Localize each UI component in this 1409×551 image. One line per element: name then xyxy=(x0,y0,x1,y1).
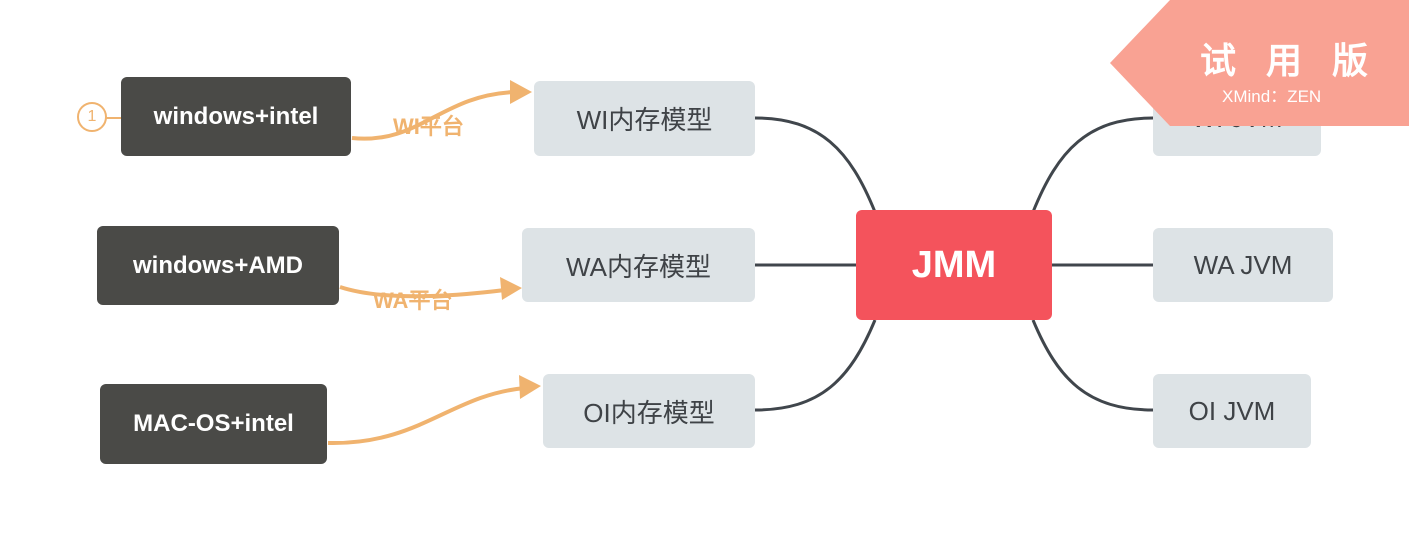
relation-label-wa[interactable]: WA平台 xyxy=(373,283,452,315)
priority-marker-icon[interactable]: 1 xyxy=(77,102,107,132)
central-topic-jmm[interactable]: JMM xyxy=(856,210,1052,320)
marker-label: 1 xyxy=(87,108,97,125)
jvm-label: WA JVM xyxy=(1193,249,1293,280)
marker-connector xyxy=(106,117,122,119)
relation-arrowhead-wa xyxy=(500,277,522,300)
trial-banner-subtitle: XMind：ZEN xyxy=(1222,87,1322,106)
platform-node-windows-amd[interactable]: windows+AMD xyxy=(97,226,339,305)
relation-arrowhead-wi xyxy=(510,80,532,104)
memory-model-node-oi[interactable]: OI内存模型 xyxy=(543,374,755,448)
relation-arrowhead-oi xyxy=(519,375,541,399)
platform-label: MAC-OS+intel xyxy=(133,410,294,437)
jvm-node-wa[interactable]: WA JVM xyxy=(1153,228,1333,302)
jvm-label: OI JVM xyxy=(1188,395,1276,426)
memory-model-label: WA内存模型 xyxy=(566,251,711,282)
connector-jmm-oi-jvm xyxy=(1031,319,1154,412)
platform-label: windows+AMD xyxy=(132,251,303,279)
platform-label: windows+intel xyxy=(153,102,319,130)
relation-label-wi[interactable]: WI平台 xyxy=(393,109,464,141)
relation-arrow-oi xyxy=(327,386,526,446)
memory-model-node-wi[interactable]: WI内存模型 xyxy=(534,81,755,156)
connector-jmm-wi-jvm xyxy=(1031,116,1154,213)
jvm-node-oi[interactable]: OI JVM xyxy=(1153,374,1311,448)
trial-banner-title: 试 用 版 xyxy=(1200,40,1379,81)
platform-node-macos-intel[interactable]: MAC-OS+intel xyxy=(100,384,327,464)
platform-node-windows-intel[interactable]: windows+intel xyxy=(121,77,351,156)
connector-jmm-oi-model xyxy=(754,319,877,412)
connector-jmm-wi-model xyxy=(754,116,877,213)
central-topic-label: JMM xyxy=(911,243,997,286)
memory-model-label: WI内存模型 xyxy=(576,105,713,135)
memory-model-label: OI内存模型 xyxy=(583,397,715,428)
memory-model-node-wa[interactable]: WA内存模型 xyxy=(522,228,755,302)
